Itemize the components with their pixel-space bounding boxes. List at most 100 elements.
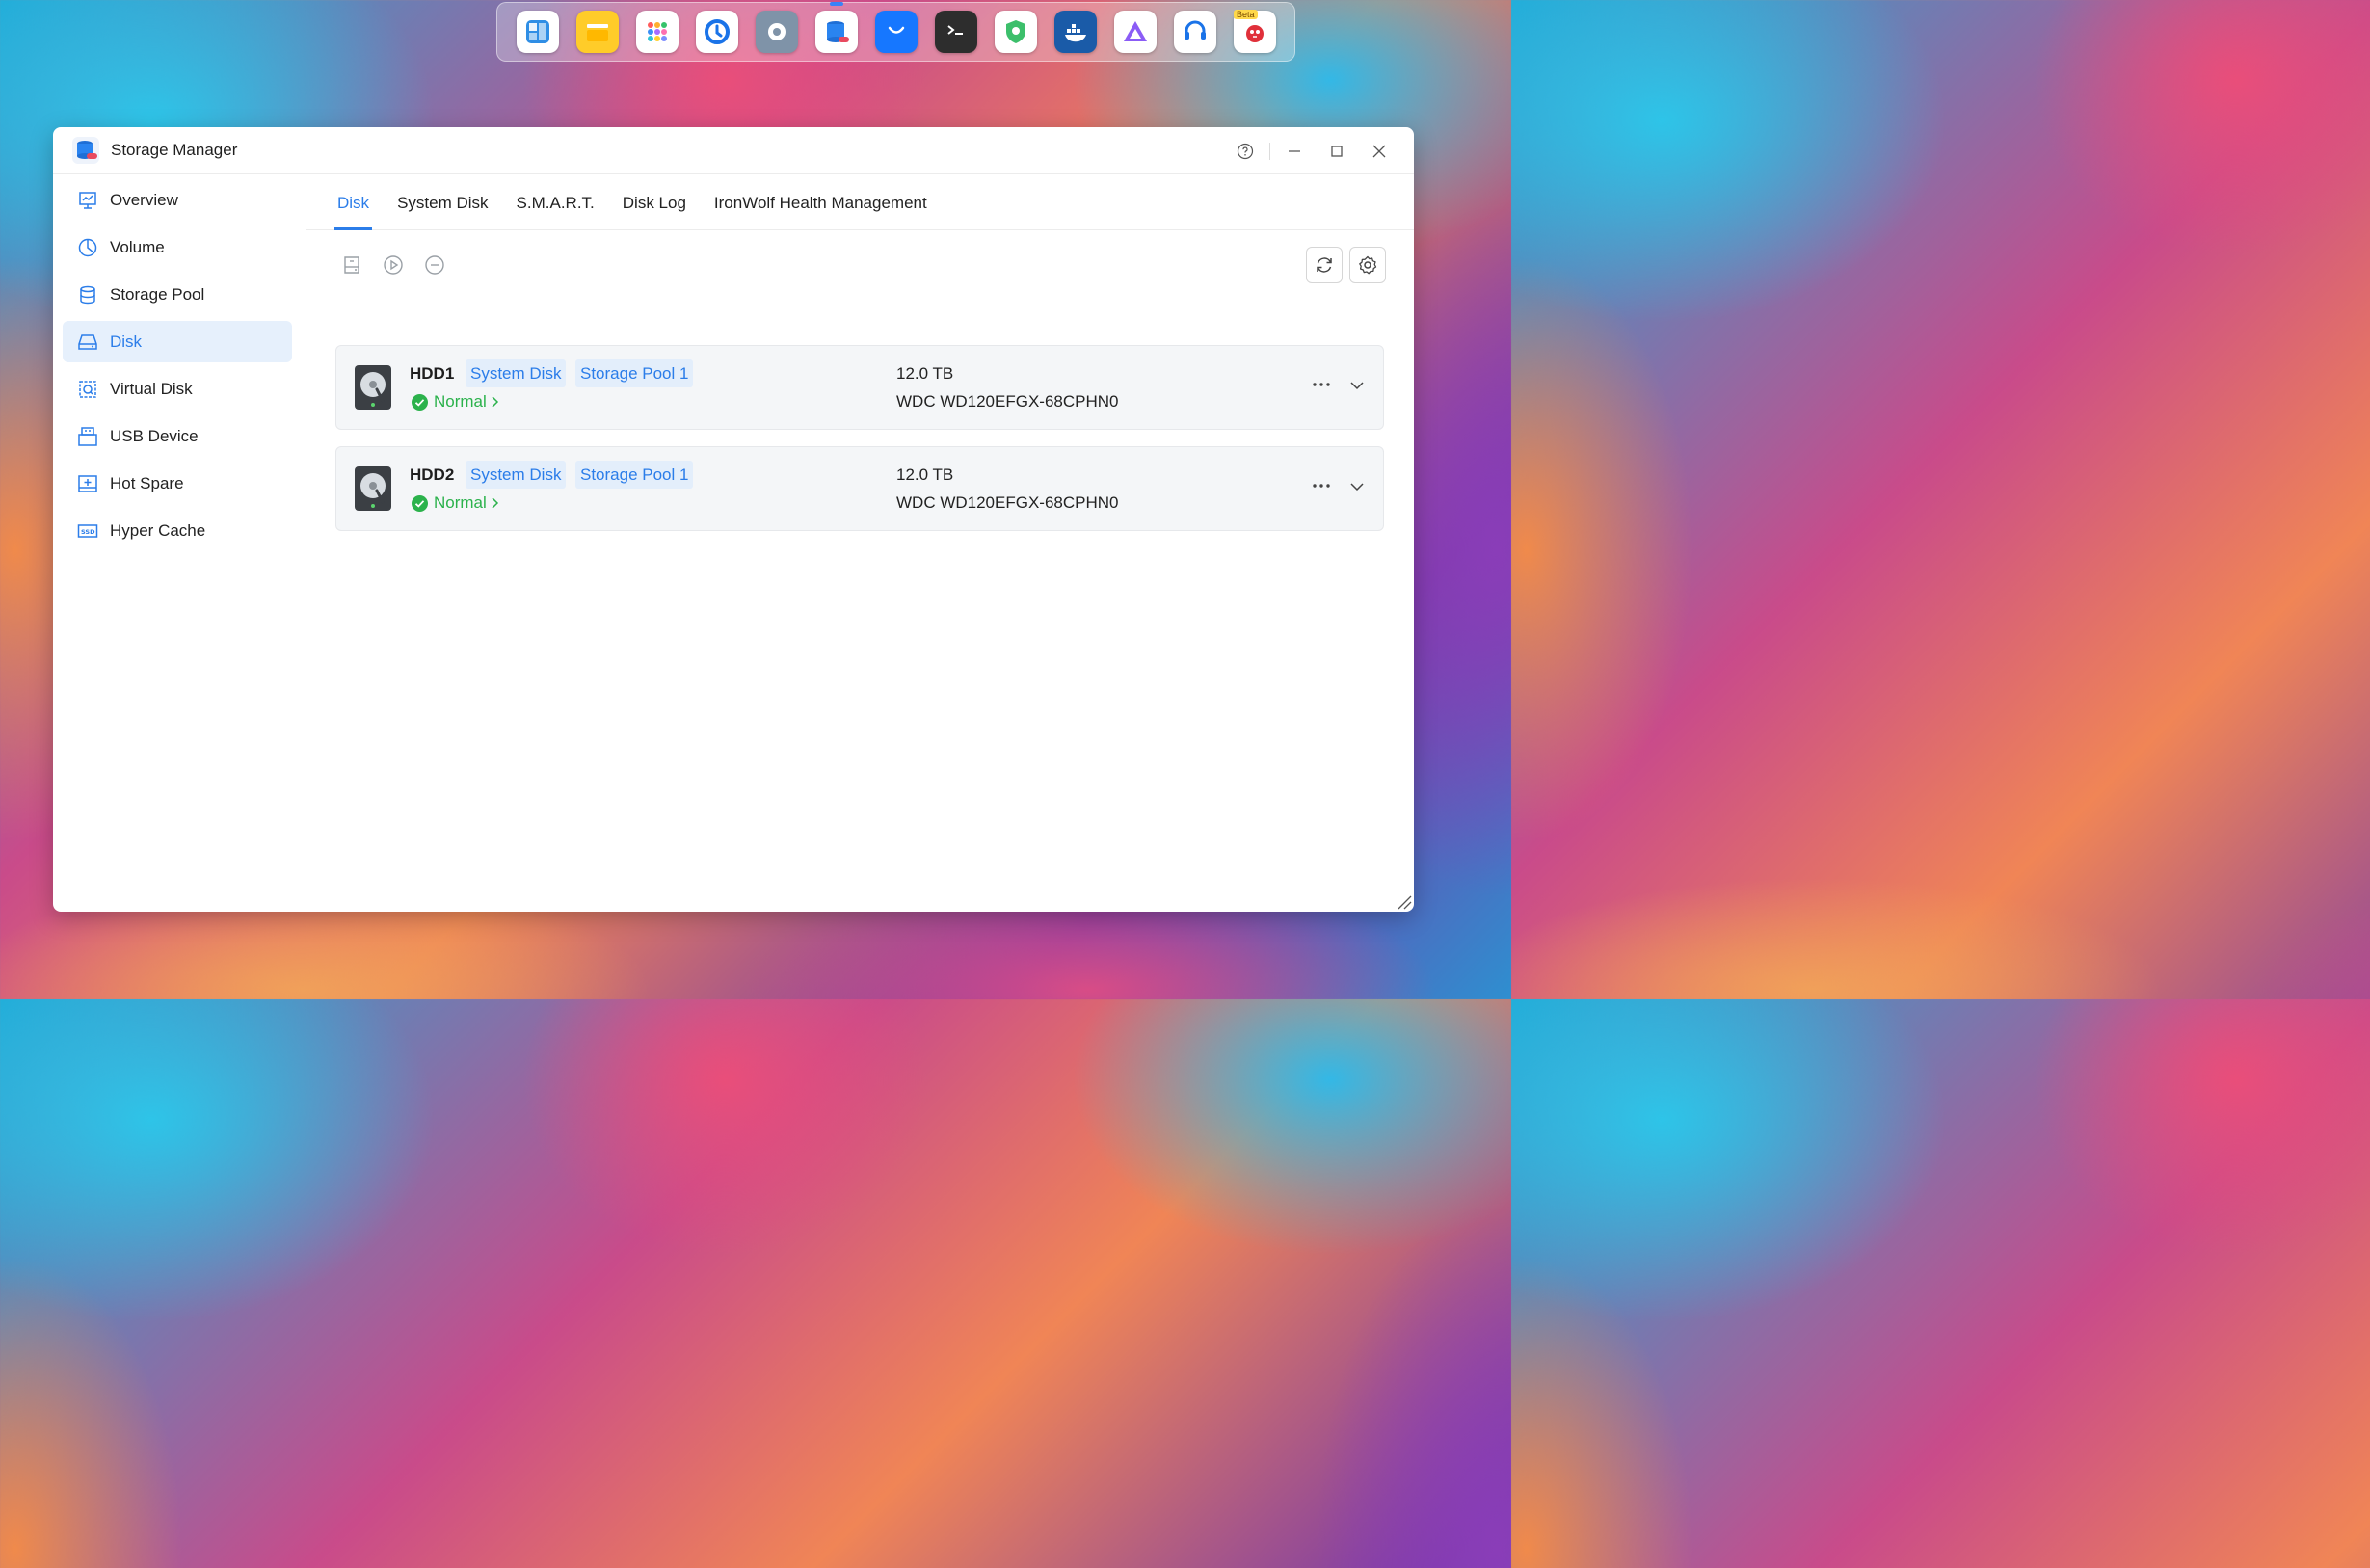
sidebar-item-label: USB Device	[110, 426, 199, 445]
more-options-button[interactable]	[1308, 474, 1335, 497]
control-panel-icon[interactable]	[756, 11, 798, 53]
support-icon[interactable]	[1174, 11, 1216, 53]
app-store-icon[interactable]	[875, 11, 918, 53]
disk-status-link[interactable]: Normal	[412, 493, 500, 513]
sidebar-item-usb-device[interactable]: USB Device	[63, 415, 292, 457]
gear-icon	[1359, 255, 1377, 275]
file-manager-icon[interactable]	[576, 11, 619, 53]
disk-name: HDD2	[410, 465, 455, 484]
sidebar: Overview Volume Storage Pool Disk Virtua…	[53, 174, 306, 912]
tab-bar: Disk System Disk S.M.A.R.T. Disk Log Iro…	[306, 174, 1414, 230]
sidebar-item-storage-pool[interactable]: Storage Pool	[63, 274, 292, 315]
check-circle-icon	[412, 393, 428, 411]
refresh-button[interactable]	[1306, 247, 1343, 283]
tab-disk-log[interactable]: Disk Log	[620, 194, 689, 230]
window-controls	[1224, 127, 1400, 174]
terminal-icon[interactable]	[935, 11, 977, 53]
minimize-icon	[1289, 149, 1300, 152]
running-indicator	[830, 2, 843, 6]
start-test-button[interactable]	[383, 254, 404, 276]
chevron-right-icon	[492, 497, 498, 509]
sidebar-item-disk[interactable]: Disk	[63, 321, 292, 362]
help-button[interactable]	[1224, 134, 1266, 169]
check-circle-icon	[412, 494, 428, 512]
jellyfin-icon[interactable]	[1114, 11, 1157, 53]
storage-pool-tag: Storage Pool 1	[575, 461, 694, 489]
disk-info-button[interactable]	[341, 254, 362, 276]
disk-model: WDC WD120EFGX-68CPHN0	[896, 493, 1119, 512]
sidebar-item-volume[interactable]: Volume	[63, 226, 292, 268]
sidebar-item-label: Overview	[110, 190, 178, 209]
backup-icon[interactable]	[696, 11, 738, 53]
storage-pool-tag: Storage Pool 1	[575, 359, 694, 387]
app-center-icon[interactable]	[517, 11, 559, 53]
sidebar-item-hot-spare[interactable]: Hot Spare	[63, 463, 292, 504]
system-disk-tag: System Disk	[466, 359, 567, 387]
disk-row-hdd2[interactable]: HDD2 System Disk Storage Pool 1 Normal 1…	[335, 446, 1384, 531]
maximize-icon	[1331, 145, 1343, 157]
disk-status-text: Normal	[434, 392, 487, 411]
disk-icon	[77, 332, 98, 353]
disk-status-text: Normal	[434, 493, 487, 512]
usb-icon	[77, 426, 98, 447]
storage-pool-icon	[77, 284, 98, 306]
settings-button[interactable]	[1349, 247, 1386, 283]
maximize-button[interactable]	[1316, 134, 1358, 169]
svg-text:SSD: SSD	[81, 528, 95, 536]
overview-icon	[77, 190, 98, 211]
tab-system-disk[interactable]: System Disk	[394, 194, 491, 230]
sidebar-item-label: Virtual Disk	[110, 379, 193, 398]
security-icon[interactable]	[995, 11, 1037, 53]
beta-badge: Beta	[1234, 10, 1258, 19]
docker-icon[interactable]	[1054, 11, 1097, 53]
storage-manager-app-icon	[72, 137, 99, 164]
disk-info-icon	[344, 256, 359, 274]
sidebar-item-label: Disk	[110, 332, 143, 351]
hard-drive-icon	[355, 466, 391, 511]
disk-capacity: 12.0 TB	[896, 364, 954, 383]
ssd-cache-icon: SSD	[77, 520, 98, 542]
chevron-right-icon	[492, 396, 498, 408]
window-title: Storage Manager	[111, 141, 238, 159]
resize-handle-icon[interactable]	[1395, 892, 1412, 910]
beta-app-icon[interactable]: Beta	[1234, 10, 1276, 53]
play-icon	[384, 255, 403, 275]
disk-capacity: 12.0 TB	[896, 465, 954, 484]
storage-manager-icon[interactable]	[815, 2, 858, 53]
title-bar[interactable]: Storage Manager	[53, 127, 1414, 174]
more-icon	[1313, 484, 1330, 488]
chevron-down-icon[interactable]	[1346, 476, 1368, 497]
sidebar-item-label: Hot Spare	[110, 473, 184, 492]
main-content: Disk System Disk S.M.A.R.T. Disk Log Iro…	[306, 174, 1414, 912]
close-icon	[1372, 145, 1386, 157]
help-icon	[1237, 143, 1254, 159]
sidebar-item-overview[interactable]: Overview	[63, 179, 292, 221]
toolbar	[306, 230, 1414, 298]
sidebar-item-label: Hyper Cache	[110, 520, 206, 540]
disk-status-link[interactable]: Normal	[412, 392, 500, 412]
sidebar-item-hyper-cache[interactable]: SSD Hyper Cache	[63, 510, 292, 551]
refresh-icon	[1317, 257, 1332, 273]
app-launcher-icon[interactable]	[636, 11, 679, 53]
minimize-button[interactable]	[1273, 134, 1316, 169]
disk-row-hdd1[interactable]: HDD1 System Disk Storage Pool 1 Normal 1…	[335, 345, 1384, 430]
disk-name: HDD1	[410, 364, 455, 383]
remove-button[interactable]	[424, 254, 445, 276]
tab-disk[interactable]: Disk	[334, 194, 373, 230]
close-button[interactable]	[1358, 134, 1400, 169]
virtual-disk-icon	[77, 379, 98, 400]
minus-circle-icon	[425, 255, 444, 275]
tab-smart[interactable]: S.M.A.R.T.	[514, 194, 598, 230]
disk-model: WDC WD120EFGX-68CPHN0	[896, 392, 1119, 411]
more-options-button[interactable]	[1308, 373, 1335, 396]
chevron-down-icon[interactable]	[1346, 375, 1368, 396]
hard-drive-icon	[355, 365, 391, 410]
tab-ironwolf-health[interactable]: IronWolf Health Management	[711, 194, 930, 230]
sidebar-item-label: Volume	[110, 237, 165, 256]
volume-icon	[77, 237, 98, 258]
storage-manager-window: Storage Manager Overview Volume Storage …	[53, 127, 1414, 912]
sidebar-item-label: Storage Pool	[110, 284, 205, 304]
hot-spare-icon	[77, 473, 98, 494]
system-disk-tag: System Disk	[466, 461, 567, 489]
sidebar-item-virtual-disk[interactable]: Virtual Disk	[63, 368, 292, 410]
